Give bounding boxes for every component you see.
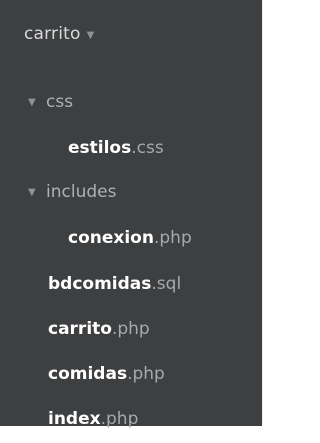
file-name: carrito (48, 319, 112, 339)
file-name: comidas (48, 364, 128, 384)
file-name: index (48, 409, 101, 429)
file-extension: .css (131, 138, 164, 158)
project-name: carrito (24, 24, 81, 44)
file-name: estilos (68, 138, 132, 158)
folder-css[interactable]: ▼ css (28, 88, 73, 116)
chevron-down-icon[interactable]: ▼ (28, 187, 42, 198)
file-index-php[interactable]: index .php (48, 405, 138, 433)
folder-includes[interactable]: ▼ includes (28, 178, 116, 206)
project-sidebar: carrito ▼ ▼ css estilos .css ▼ includes c… (0, 0, 263, 429)
file-estilos-css[interactable]: estilos .css (68, 134, 164, 162)
file-extension: .php (127, 364, 165, 384)
file-extension: .sql (151, 274, 182, 294)
chevron-down-icon[interactable]: ▼ (28, 97, 42, 108)
folder-label: css (46, 92, 74, 112)
file-bdcomidas-sql[interactable]: bdcomidas .sql (48, 270, 181, 298)
file-carrito-php[interactable]: carrito .php (48, 315, 150, 343)
file-extension: .php (153, 228, 192, 248)
file-name: bdcomidas (48, 274, 152, 294)
folder-label: includes (46, 182, 117, 202)
caret-down-icon[interactable]: ▼ (87, 30, 95, 41)
project-dropdown[interactable]: carrito ▼ (24, 22, 94, 46)
file-extension: .php (111, 319, 150, 339)
file-extension: .php (100, 409, 139, 429)
file-name: conexion (68, 228, 154, 248)
file-conexion-php[interactable]: conexion .php (68, 224, 192, 252)
file-comidas-php[interactable]: comidas .php (48, 360, 165, 388)
